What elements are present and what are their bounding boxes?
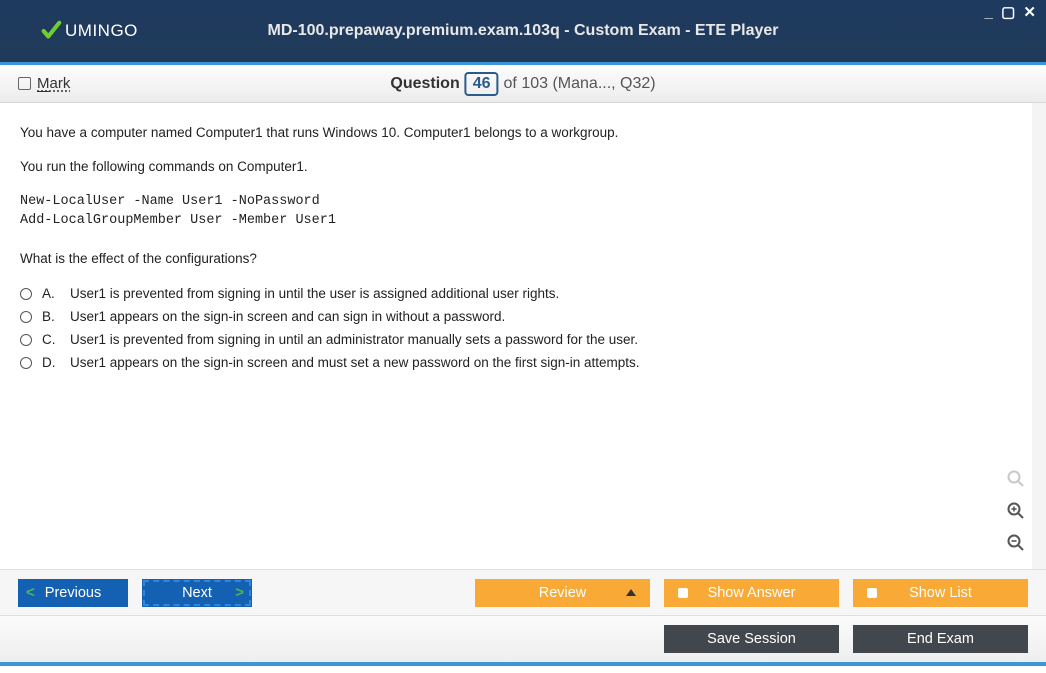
- question-of-total: of 103 (Mana..., Q32): [504, 75, 656, 93]
- bottom-bar: Save Session End Exam: [0, 615, 1046, 662]
- chevron-left-icon: <: [26, 584, 35, 601]
- answer-option-a[interactable]: A. User1 is prevented from signing in un…: [20, 283, 1026, 306]
- answer-list: A. User1 is prevented from signing in un…: [20, 283, 1026, 375]
- window-controls: _ ▢ ✕: [985, 3, 1038, 21]
- mark-toggle[interactable]: Mark: [18, 75, 70, 92]
- answer-option-b[interactable]: B. User1 appears on the sign-in screen a…: [20, 306, 1026, 329]
- checkmark-icon: [40, 20, 62, 42]
- search-icon[interactable]: [1004, 467, 1028, 491]
- question-para-3: What is the effect of the configurations…: [20, 249, 1026, 269]
- minimize-button[interactable]: _: [985, 4, 995, 21]
- end-exam-button[interactable]: End Exam: [853, 625, 1028, 653]
- window-title: MD-100.prepaway.premium.exam.103q - Cust…: [267, 22, 778, 40]
- code-block: New-LocalUser -Name User1 -NoPassword Ad…: [20, 192, 1026, 231]
- mark-checkbox[interactable]: [18, 77, 31, 90]
- chevron-right-icon: >: [235, 584, 244, 601]
- caret-up-icon: [626, 589, 636, 596]
- question-number: 46: [465, 72, 499, 96]
- maximize-button[interactable]: ▢: [1001, 3, 1017, 21]
- next-label: Next: [182, 585, 212, 601]
- end-exam-label: End Exam: [907, 631, 974, 647]
- radio-icon[interactable]: [20, 334, 32, 346]
- answer-letter: A.: [42, 283, 60, 306]
- show-answer-button[interactable]: Show Answer: [664, 579, 839, 607]
- zoom-out-icon[interactable]: [1004, 531, 1028, 555]
- question-para-1: You have a computer named Computer1 that…: [20, 123, 1026, 143]
- zoom-tools: [1004, 467, 1028, 555]
- save-session-button[interactable]: Save Session: [664, 625, 839, 653]
- question-para-2: You run the following commands on Comput…: [20, 157, 1026, 177]
- next-button[interactable]: Next >: [142, 579, 252, 607]
- question-content: You have a computer named Computer1 that…: [0, 103, 1046, 569]
- answer-letter: D.: [42, 352, 60, 375]
- question-word: Question: [390, 75, 459, 93]
- scrollbar[interactable]: [1032, 103, 1046, 569]
- nav-bar: < Previous Next > Review Show Answer Sho…: [0, 569, 1046, 615]
- answer-text: User1 is prevented from signing in until…: [70, 329, 638, 352]
- radio-icon[interactable]: [20, 311, 32, 323]
- previous-label: Previous: [45, 585, 101, 601]
- answer-letter: C.: [42, 329, 60, 352]
- radio-icon[interactable]: [20, 288, 32, 300]
- radio-icon[interactable]: [20, 357, 32, 369]
- zoom-in-icon[interactable]: [1004, 499, 1028, 523]
- bottom-accent: [0, 662, 1046, 666]
- show-list-button[interactable]: Show List: [853, 579, 1028, 607]
- show-answer-label: Show Answer: [708, 585, 796, 601]
- review-button[interactable]: Review: [475, 579, 650, 607]
- answer-letter: B.: [42, 306, 60, 329]
- show-list-label: Show List: [909, 585, 972, 601]
- mark-label: Mark: [37, 75, 70, 92]
- answer-option-c[interactable]: C. User1 is prevented from signing in un…: [20, 329, 1026, 352]
- review-label: Review: [539, 585, 587, 601]
- stop-icon: [678, 588, 688, 598]
- brand-logo: UMINGO: [40, 20, 138, 42]
- titlebar: UMINGO MD-100.prepaway.premium.exam.103q…: [0, 0, 1046, 65]
- close-button[interactable]: ✕: [1023, 3, 1038, 21]
- question-indicator: Question 46 of 103 (Mana..., Q32): [390, 72, 655, 96]
- answer-text: User1 is prevented from signing in until…: [70, 283, 559, 306]
- answer-option-d[interactable]: D. User1 appears on the sign-in screen a…: [20, 352, 1026, 375]
- answer-text: User1 appears on the sign-in screen and …: [70, 352, 640, 375]
- answer-text: User1 appears on the sign-in screen and …: [70, 306, 505, 329]
- stop-icon: [867, 588, 877, 598]
- brand-text: UMINGO: [65, 21, 138, 41]
- question-header: Mark Question 46 of 103 (Mana..., Q32): [0, 65, 1046, 103]
- save-session-label: Save Session: [707, 631, 796, 647]
- previous-button[interactable]: < Previous: [18, 579, 128, 607]
